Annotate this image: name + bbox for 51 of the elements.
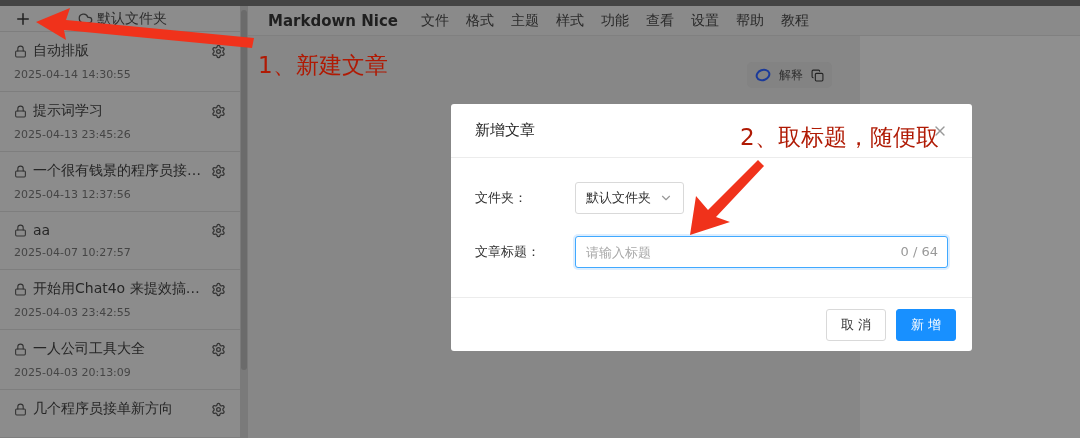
settings-icon[interactable]	[211, 103, 226, 119]
settings-icon[interactable]	[211, 43, 226, 59]
cancel-button[interactable]: 取 消	[825, 308, 886, 341]
article-time: 2025-04-13 12:37:56	[14, 188, 132, 202]
confirm-button[interactable]: 新 增	[895, 308, 956, 341]
menu-item[interactable]: 教程	[781, 11, 809, 30]
lock-icon	[14, 104, 27, 118]
lock-icon	[14, 282, 27, 296]
menu-item[interactable]: 功能	[601, 11, 629, 30]
field-label: 文件夹：	[475, 189, 528, 207]
article-title: 自动排版	[33, 42, 90, 61]
folder-select[interactable]: 默认文件夹	[575, 182, 684, 214]
menu-item[interactable]: 查看	[646, 11, 674, 30]
lock-icon	[14, 44, 27, 58]
settings-icon[interactable]	[211, 341, 226, 357]
lock-icon	[14, 223, 27, 237]
copy-icon[interactable]	[811, 68, 824, 82]
article-time: 2025-04-13 23:45:26	[14, 128, 132, 142]
article-time: 2025-04-07 10:27:57	[14, 246, 132, 260]
field-label: 文章标题：	[475, 243, 541, 261]
explain-button[interactable]: 解释	[779, 66, 803, 84]
annotation-text: 2、取标题，随便取	[740, 123, 939, 152]
article-time: 2025-04-03 20:13:09	[14, 366, 132, 380]
menu-item[interactable]: 设置	[691, 11, 719, 30]
article-title: 几个程序员接单新方向	[33, 400, 174, 419]
lock-icon	[14, 342, 27, 356]
ring-icon	[755, 68, 771, 82]
lock-icon	[14, 402, 27, 416]
annotation-text: 1、新建文章	[258, 51, 388, 80]
scrollbar-thumb[interactable]	[241, 10, 247, 370]
folder-name[interactable]: 默认文件夹	[97, 9, 167, 28]
settings-icon[interactable]	[211, 163, 226, 179]
article-time: 2025-04-03 23:42:55	[14, 306, 132, 320]
article-title: 提示词学习	[33, 102, 104, 121]
settings-icon[interactable]	[211, 281, 226, 297]
menu-item[interactable]: 样式	[556, 11, 584, 30]
menu-item[interactable]: 格式	[466, 11, 494, 30]
article-title: 一个很有钱景的程序员接…	[33, 162, 202, 181]
lock-icon	[14, 164, 27, 178]
article-title: aa	[33, 222, 52, 239]
dialog-title: 新增文章	[475, 121, 535, 140]
article-time: 2025-04-14 14:30:55	[14, 68, 132, 82]
settings-icon[interactable]	[211, 222, 226, 238]
app-brand: Markdown Nice	[268, 11, 398, 30]
menu-item[interactable]: 帮助	[736, 11, 764, 30]
settings-icon[interactable]	[211, 401, 226, 417]
char-counter: 0 / 64	[900, 244, 938, 259]
article-title: 开始用Chat4o 来提效搞…	[33, 280, 201, 299]
article-title: 一人公司工具大全	[33, 340, 146, 359]
menu-item[interactable]: 文件	[421, 11, 449, 30]
menu-item[interactable]: 主题	[511, 11, 539, 30]
